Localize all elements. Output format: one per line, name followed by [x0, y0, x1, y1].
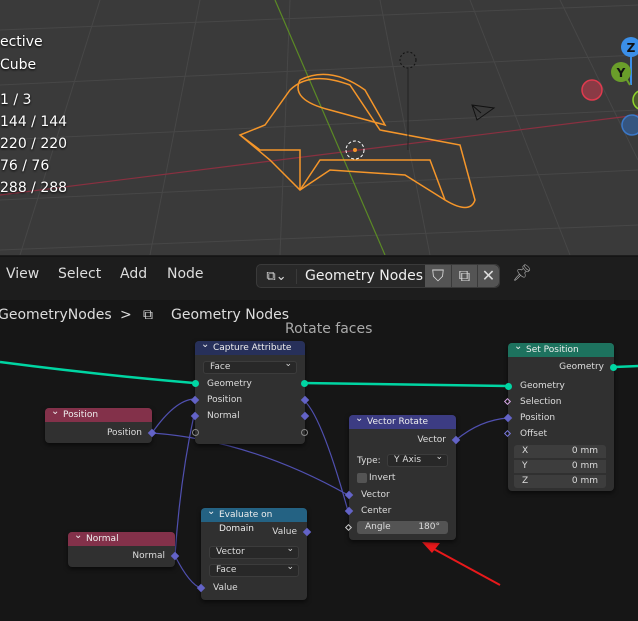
menu-node[interactable]: Node — [167, 266, 204, 282]
node-set-position[interactable]: Set Position Geometry Geometry Selection… — [503, 340, 617, 491]
socket-label: Position — [207, 395, 243, 405]
stat-edges: 220 / 220 — [0, 136, 68, 152]
node-header[interactable]: Evaluate on Domain — [201, 505, 307, 534]
node-vector-rotate[interactable]: Vector Rotate Vector Type: Y Axis Invert… — [344, 412, 461, 540]
offset-x-field[interactable]: X 0 mm — [514, 445, 606, 458]
stat-faces: 76 / 76 — [0, 158, 50, 174]
node-header[interactable]: Set Position — [508, 340, 614, 357]
invert-checkbox[interactable] — [357, 473, 367, 483]
node-tree-icon: ⧉ — [143, 307, 153, 323]
node-tree-icon[interactable]: ⧉⌄ — [257, 268, 297, 284]
socket-label: Value — [272, 527, 297, 537]
socket-label: Vector — [361, 490, 390, 500]
pin-icon[interactable]: 📌︎ — [512, 263, 532, 282]
node-editor-header: View Select Add Node ⧉⌄ Geometry Nodes ⛉… — [0, 256, 638, 292]
gizmo-neg-z — [621, 114, 638, 136]
y-label: Y — [522, 461, 528, 471]
offset-z-field[interactable]: Z 0 mm — [514, 475, 606, 488]
geometry-socket[interactable] — [192, 380, 199, 387]
node-header[interactable]: Position — [45, 405, 152, 422]
close-icon[interactable]: ✕ — [477, 265, 499, 287]
breadcrumb-separator: > — [120, 307, 132, 323]
socket-label: Selection — [520, 397, 562, 407]
socket-label: Normal — [132, 551, 165, 561]
socket-label: Position — [106, 428, 142, 438]
menu-add[interactable]: Add — [120, 266, 147, 282]
socket-label: Center — [361, 506, 392, 516]
node-header[interactable]: Normal — [68, 529, 175, 546]
domain-dropdown[interactable]: Face — [203, 359, 297, 374]
socket-label: Position — [520, 413, 556, 423]
z-label: Z — [522, 476, 529, 486]
node-group-selector: ⧉⌄ Geometry Nodes ⛉ ⧉ ✕ — [256, 264, 500, 288]
viewport-grid: Z Y — [0, 0, 638, 255]
node-group-name[interactable]: Geometry Nodes — [297, 268, 425, 284]
breadcrumb-current[interactable]: Geometry Nodes — [171, 307, 289, 323]
node-normal[interactable]: Normal Normal — [68, 529, 180, 567]
view-mode-label: ective — [0, 34, 43, 50]
gizmo-neg-y — [632, 90, 638, 110]
geometry-socket[interactable] — [610, 364, 617, 371]
offset-y-field[interactable]: Y 0 mm — [514, 460, 606, 473]
angle-value: 180° — [418, 522, 440, 532]
gizmo-neg-x — [581, 79, 603, 101]
invert-label: Invert — [369, 473, 396, 483]
x-value: 0 mm — [571, 446, 598, 456]
angle-label: Angle — [365, 522, 391, 532]
socket-label: Offset — [520, 429, 548, 439]
node-header[interactable]: Capture Attribute — [195, 338, 305, 355]
socket-label: Vector — [417, 435, 446, 445]
duplicate-icon[interactable]: ⧉ — [451, 265, 477, 287]
node-evaluate-on-domain[interactable]: Evaluate on Domain Value Vector Face Val… — [196, 505, 312, 600]
type-dropdown[interactable]: Y Axis — [387, 452, 448, 467]
type-dropdown[interactable]: Vector — [209, 544, 299, 559]
socket-label: Geometry — [520, 381, 565, 391]
geometry-socket[interactable] — [505, 383, 512, 390]
3d-viewport[interactable]: Z Y ective Cube 1 / 3 144 / 144 220 / 22… — [0, 0, 638, 255]
node-capture-attribute[interactable]: Capture Attribute Face Geometry Position… — [190, 338, 310, 444]
node-header[interactable]: Vector Rotate — [349, 412, 456, 429]
object-name-label: Cube — [0, 57, 37, 73]
shield-icon[interactable]: ⛉ — [425, 265, 451, 287]
geometry-socket[interactable] — [301, 380, 308, 387]
empty-socket[interactable] — [301, 429, 308, 436]
breadcrumb-parent[interactable]: GeometryNodes — [0, 307, 112, 323]
menu-view[interactable]: View — [6, 266, 39, 282]
z-value: 0 mm — [571, 476, 598, 486]
stat-triangles: 288 / 288 — [0, 180, 68, 196]
gizmo-z-label[interactable]: Z — [627, 41, 636, 55]
socket-label: Geometry — [559, 362, 604, 372]
gizmo-y-label[interactable]: Y — [616, 66, 626, 80]
stat-vertices: 144 / 144 — [0, 114, 68, 130]
socket-label: Value — [213, 583, 238, 593]
menu-select[interactable]: Select — [58, 266, 101, 282]
angle-field[interactable]: Angle 180° — [357, 521, 448, 534]
socket-label: Geometry — [207, 379, 252, 389]
frame-label: Rotate faces — [285, 321, 373, 337]
socket-label: Normal — [207, 411, 240, 421]
x-label: X — [522, 446, 529, 456]
y-value: 0 mm — [571, 461, 598, 471]
node-position[interactable]: Position Position — [45, 405, 157, 443]
domain-dropdown[interactable]: Face — [209, 562, 299, 577]
stat-objects: 1 / 3 — [0, 92, 32, 108]
empty-socket[interactable] — [192, 429, 199, 436]
